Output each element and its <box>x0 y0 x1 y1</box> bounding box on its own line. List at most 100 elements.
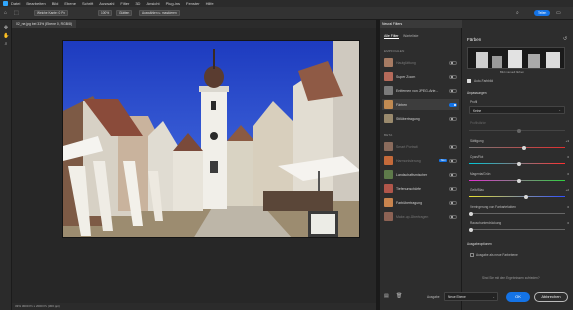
filter-row[interactable]: Hautglättung <box>382 57 459 68</box>
section-beta: BETA <box>384 133 393 137</box>
tab-waitlist[interactable]: Wartelis­te <box>403 34 418 38</box>
neural-filters-header: Neural Filters <box>380 20 462 28</box>
filter-toggle[interactable] <box>449 88 457 93</box>
reset-icon[interactable]: ↺ <box>563 36 567 42</box>
filter-toggle[interactable] <box>449 60 457 65</box>
share-button[interactable]: Teilen <box>534 10 551 16</box>
menu-file[interactable]: Datei <box>11 1 20 6</box>
filter-label: Landschaftsmischer <box>396 172 428 177</box>
filter-toggle[interactable] <box>449 172 457 177</box>
filter-toggle[interactable] <box>449 102 457 107</box>
menu-image[interactable]: Bild <box>52 1 59 6</box>
filter-thumbnail <box>384 198 393 207</box>
filter-label: Entfernen von JPEG-Arte... <box>396 88 439 93</box>
menu-edit[interactable]: Bearbeiten <box>26 1 45 6</box>
document-tabs: 02_ne.jpg bei 33% (Ebene 0, RGB/8) <box>12 20 376 28</box>
menu-layer[interactable]: Ebene <box>64 1 76 6</box>
antialias-checkbox[interactable]: Glätten <box>116 10 133 16</box>
filter-thumbnail <box>384 114 393 123</box>
ok-button[interactable]: OK <box>506 292 530 302</box>
slider-knob[interactable] <box>523 194 528 199</box>
output-select[interactable]: Neue Ebene ⌄ <box>444 292 498 301</box>
slider-value: +2 <box>565 188 569 192</box>
filter-row[interactable]: Entfernen von JPEG-Arte... <box>382 85 459 96</box>
menu-filter[interactable]: Filter <box>120 1 129 6</box>
filter-row[interactable]: Tiefenunschärfe <box>382 183 459 194</box>
slider-knob[interactable] <box>521 145 526 150</box>
filter-row-selected[interactable]: Färben <box>382 99 459 110</box>
reference-preview[interactable] <box>467 47 565 69</box>
profile-strength-slider[interactable] <box>469 128 565 133</box>
filter-settings-panel: Färben ↺ Bild manuell färben Auto-Farbbi… <box>462 20 573 310</box>
filter-row[interactable]: Harmonisierung Neu <box>382 155 459 166</box>
menu-window[interactable]: Fenster <box>186 1 200 6</box>
filter-row[interactable]: Farbübertragung <box>382 197 459 208</box>
slider-knob[interactable] <box>517 178 521 183</box>
adjustments-header[interactable]: Anpassungen <box>467 91 487 95</box>
tab-all-filters[interactable]: Alle Filter <box>384 34 399 39</box>
zoom-tool-icon[interactable]: ⌕ <box>3 42 9 47</box>
noise-reduction-slider[interactable] <box>469 227 565 232</box>
saturation-slider[interactable] <box>469 145 565 150</box>
feather-field[interactable]: Weiche Kante: 0 Px <box>34 10 68 16</box>
slider-knob[interactable] <box>517 161 521 166</box>
profile-select[interactable]: Keine ⌄ <box>469 106 565 114</box>
filter-toggle[interactable] <box>449 74 457 79</box>
filter-toggle[interactable] <box>449 214 457 219</box>
slider-label: Sättigung <box>470 139 484 143</box>
filter-toggle[interactable] <box>449 116 457 121</box>
filter-thumbnail <box>384 142 393 151</box>
filter-label: Smart Portrait <box>396 144 418 149</box>
slider-knob[interactable] <box>469 227 473 232</box>
magenta-green-slider[interactable] <box>469 178 565 183</box>
marquee-tool-icon[interactable]: ⬚ <box>14 10 19 16</box>
layers-icon[interactable]: ▤ <box>384 293 389 299</box>
filter-toggle[interactable] <box>449 186 457 191</box>
hand-tool-icon[interactable]: ✋ <box>3 34 9 39</box>
feedback-prompt: Sind Sie mit den Ergebnissen zufrieden? <box>482 276 540 280</box>
select-and-mask-button[interactable]: Auswählen u. maskieren <box>139 10 180 16</box>
filter-row[interactable]: Smart Portrait <box>382 141 459 152</box>
output-new-layer-checkbox[interactable] <box>470 253 474 257</box>
filter-label: Super Zoom <box>396 74 416 79</box>
slider-knob[interactable] <box>469 211 473 216</box>
yellow-blue-slider[interactable] <box>469 194 565 199</box>
filter-row[interactable]: Super Zoom <box>382 71 459 82</box>
filter-toggle[interactable] <box>449 144 457 149</box>
slider-knob[interactable] <box>517 128 521 133</box>
menu-3d[interactable]: 3D <box>135 1 140 6</box>
output-options-header[interactable]: Ausgabeoptionen <box>467 242 492 246</box>
document-image[interactable] <box>62 40 360 238</box>
workspace-icon[interactable]: ▭ <box>556 10 561 16</box>
filter-row[interactable]: Stilübertragung <box>382 113 459 124</box>
filter-row[interactable]: Make-up-Übertragen <box>382 211 459 222</box>
menu-help[interactable]: Hilfe <box>206 1 214 6</box>
toolbar: ✥ ✋ ⌕ <box>0 20 12 310</box>
artifact-reduction-slider[interactable] <box>469 211 565 216</box>
filter-label: Tiefenunschärfe <box>396 186 421 191</box>
slider-label: Rauschunterdrückung <box>470 221 502 225</box>
filter-title: Färben <box>467 37 482 42</box>
menu-plugins[interactable]: Plug-ins <box>166 1 180 6</box>
filter-toggle[interactable] <box>449 200 457 205</box>
profile-label: Profil <box>470 100 478 104</box>
menu-select[interactable]: Auswahl <box>99 1 114 6</box>
trash-icon[interactable]: 🗑 <box>396 293 402 299</box>
search-icon[interactable]: ⌕ <box>516 10 519 16</box>
cancel-button[interactable]: Abbrechen <box>534 292 568 302</box>
filter-thumbnail <box>384 212 393 221</box>
menu-type[interactable]: Schrift <box>82 1 93 6</box>
filter-label: Harmonisierung <box>396 158 421 163</box>
document-tab[interactable]: 02_ne.jpg bei 33% (Ebene 0, RGB/8) <box>12 20 76 28</box>
menu-view[interactable]: Ansicht <box>146 1 159 6</box>
filter-toggle[interactable] <box>449 158 457 163</box>
filter-label: Hautglättung <box>396 60 416 65</box>
move-tool-icon[interactable]: ✥ <box>3 26 9 31</box>
home-icon[interactable]: ⌂ <box>4 10 7 16</box>
filter-row[interactable]: Landschaftsmischer <box>382 169 459 180</box>
output-label: Ausgabe <box>427 295 440 299</box>
photoshop-logo-icon[interactable] <box>3 1 8 6</box>
cyan-red-slider[interactable] <box>469 161 565 166</box>
antialias-field[interactable]: 100% <box>98 10 113 16</box>
auto-color-checkbox[interactable] <box>467 79 471 83</box>
